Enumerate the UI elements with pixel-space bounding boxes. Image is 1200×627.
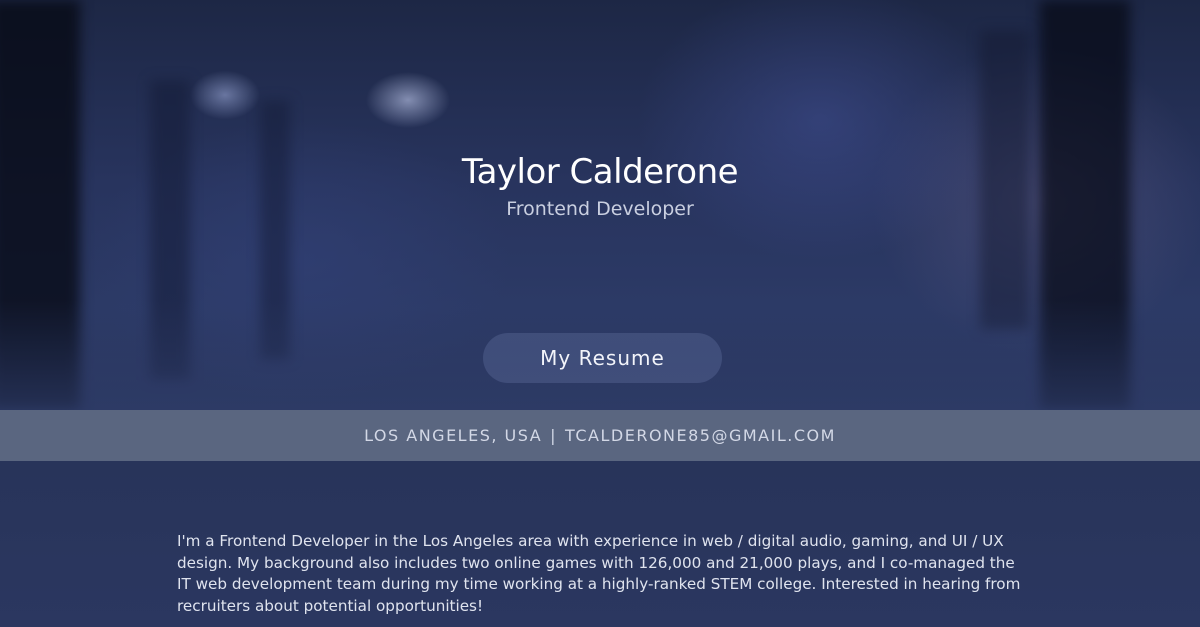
about-text: I'm a Frontend Developer in the Los Ange…: [177, 532, 1021, 616]
resume-button[interactable]: My Resume: [483, 333, 722, 383]
portfolio-page: Taylor Calderone Frontend Developer My R…: [0, 0, 1200, 627]
hero-role: Frontend Developer: [506, 198, 694, 220]
hero-section: Taylor Calderone Frontend Developer My R…: [0, 0, 1200, 410]
contact-bar: LOS ANGELES, USA | TCALDERONE85@GMAIL.COM: [0, 410, 1200, 461]
location-text: LOS ANGELES, USA: [364, 426, 543, 445]
email-link[interactable]: TCALDERONE85@GMAIL.COM: [565, 426, 836, 445]
contact-separator: |: [550, 426, 558, 445]
hero-name: Taylor Calderone: [461, 152, 739, 192]
about-section: I'm a Frontend Developer in the Los Ange…: [0, 461, 1200, 627]
